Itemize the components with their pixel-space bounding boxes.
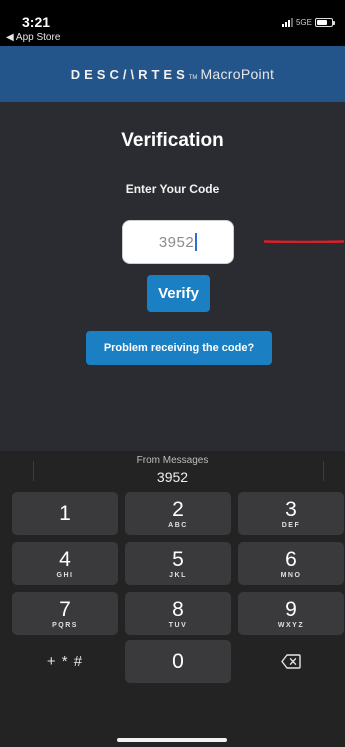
home-indicator [117,738,227,742]
key-7[interactable]: 7 PQRS [12,592,118,635]
back-to-app-store-link[interactable]: ◀ App Store [6,32,60,43]
key-letters: TUV [168,621,188,629]
code-input-value: 3952 [158,233,195,251]
symbols-label: + * # [46,653,84,670]
key-letters: GHI [56,571,74,579]
key-letters: WXYZ [277,621,305,629]
delete-key[interactable] [238,640,344,683]
signal-strength-icon [281,18,293,27]
status-bar: 3:21 ◀ App Store 5GE [0,0,345,46]
red-annotation-line [264,240,344,243]
key-symbols[interactable]: + * # [12,640,118,683]
key-8[interactable]: 8 TUV [125,592,231,635]
key-9[interactable]: 9 WXYZ [238,592,344,635]
problem-receiving-code-button[interactable]: Problem receiving the code? [86,331,272,365]
key-digit: 7 [59,597,71,621]
code-prompt: Enter Your Code [125,182,220,196]
key-digit: 5 [172,547,184,571]
verify-button[interactable]: Verify [147,275,210,312]
key-digit: 3 [285,497,297,521]
delete-backspace-icon [281,654,301,669]
suggestion-code: 3952 [156,469,189,485]
descartes-macropoint-logo: DESC/\RTES TM MacroPoint [71,66,275,82]
suggestion-source: From Messages [136,455,209,466]
key-0[interactable]: 0 [125,640,231,683]
text-caret [195,233,198,251]
key-digit: 6 [285,547,297,571]
key-3[interactable]: 3 DEF [238,492,344,535]
autofill-suggestion[interactable]: From Messages 3952 [0,451,345,491]
key-digit: 9 [285,597,297,621]
status-time: 3:21 [22,14,51,30]
brand-product: MacroPoint [200,66,275,82]
key-4[interactable]: 4 GHI [12,542,118,585]
status-indicators: 5GE [281,18,335,27]
key-digit: 0 [172,649,184,673]
verification-panel: Verification Enter Your Code 3952 Verify… [0,102,345,451]
key-letters: ABC [168,521,188,529]
key-letters: JKL [169,571,187,579]
key-6[interactable]: 6 MNO [238,542,344,585]
key-digit: 2 [172,497,184,521]
key-digit: 1 [59,501,71,525]
key-letters: DEF [281,521,301,529]
numeric-keyboard: From Messages 3952 1 2 ABC 3 DEF 4 GHI 5… [0,451,345,747]
key-digit: 8 [172,597,184,621]
key-5[interactable]: 5 JKL [125,542,231,585]
key-letters: MNO [280,571,302,579]
key-1[interactable]: 1 [12,492,118,535]
network-type: 5GE [295,18,312,27]
brand-name: DESC/\RTES [70,67,189,82]
page-title: Verification [121,130,224,151]
key-letters: PQRS [52,621,78,629]
key-digit: 4 [59,547,71,571]
battery-icon [315,18,335,27]
verification-code-input[interactable]: 3952 [122,220,234,264]
trademark-mark: TM [188,75,198,81]
brand-header: DESC/\RTES TM MacroPoint [0,46,345,102]
key-2[interactable]: 2 ABC [125,492,231,535]
